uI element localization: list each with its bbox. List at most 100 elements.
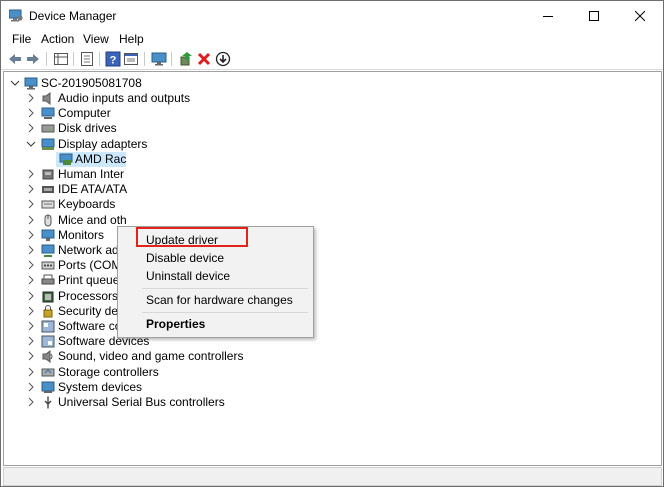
chevron-right-icon[interactable] xyxy=(26,245,36,255)
tree-category-item[interactable]: Human Inter xyxy=(4,167,404,182)
tree-root-label: SC-201905081708 xyxy=(41,76,142,90)
menu-help[interactable]: Help xyxy=(119,32,144,46)
toolbar-separator xyxy=(73,52,74,66)
menu-view[interactable]: View xyxy=(83,32,109,46)
menu-bar: File Action View Help xyxy=(1,31,663,49)
toolbar-separator xyxy=(46,52,47,66)
forward-arrow-icon[interactable] xyxy=(25,51,41,67)
chevron-right-icon[interactable] xyxy=(26,184,36,194)
human-interface-icon xyxy=(42,169,54,180)
monitor-icon[interactable] xyxy=(151,51,167,67)
chevron-right-icon[interactable] xyxy=(26,169,36,179)
menu-action[interactable]: Action xyxy=(41,32,74,46)
minimize-icon xyxy=(543,16,553,17)
chevron-right-icon[interactable] xyxy=(26,382,36,392)
highlight-box xyxy=(136,227,248,247)
menu-item-label: Uninstall device xyxy=(146,269,231,283)
ide-icon xyxy=(42,186,54,194)
maximize-icon xyxy=(589,11,599,21)
storage-icon xyxy=(41,368,55,377)
tree-category-item[interactable]: System devices xyxy=(4,380,404,395)
chevron-right-icon[interactable] xyxy=(26,215,36,225)
menu-item-label: Disable device xyxy=(146,251,225,265)
chevron-right-icon[interactable] xyxy=(26,306,36,316)
toolbar: ? xyxy=(1,49,663,70)
tree-item-label: Print queues xyxy=(58,273,126,288)
close-button[interactable] xyxy=(617,1,663,31)
menu-item-scan-hardware[interactable]: Scan for hardware changes xyxy=(146,293,293,307)
adapter-card-icon xyxy=(59,153,73,165)
download-circle-icon[interactable] xyxy=(215,51,231,67)
tree-category-item[interactable]: Disk drives xyxy=(4,121,404,136)
chevron-right-icon[interactable] xyxy=(26,367,36,377)
menu-file[interactable]: File xyxy=(12,32,31,46)
tree-child-item[interactable]: AMD Rac xyxy=(4,151,404,167)
chevron-right-icon[interactable] xyxy=(26,336,36,346)
tree-item-label: Network ada xyxy=(58,243,126,257)
menu-item-uninstall-device[interactable]: Uninstall device xyxy=(146,269,230,283)
update-driver-icon[interactable] xyxy=(178,51,194,67)
chevron-down-icon[interactable] xyxy=(10,78,20,88)
tree-item-label: Audio inputs and outputs xyxy=(58,91,191,105)
context-menu: Update driver Disable device Uninstall d… xyxy=(117,226,314,338)
tree-item-label: Human Inter xyxy=(58,167,125,181)
back-arrow-icon[interactable] xyxy=(7,51,23,67)
tree-category-item[interactable]: Storage controllers xyxy=(4,365,404,380)
tree-category-item[interactable]: Audio inputs and outputs xyxy=(4,91,404,106)
properties-grid-icon[interactable] xyxy=(53,51,69,67)
chevron-right-icon[interactable] xyxy=(26,351,36,361)
chevron-right-icon[interactable] xyxy=(26,260,36,270)
menu-item-label: Properties xyxy=(146,317,206,331)
tree-item-label: IDE ATA/ATA xyxy=(58,182,128,197)
chevron-right-icon[interactable] xyxy=(26,108,36,118)
chevron-right-icon[interactable] xyxy=(26,397,36,407)
menu-separator xyxy=(142,312,308,313)
chevron-right-icon[interactable] xyxy=(26,321,36,331)
chevron-right-icon[interactable] xyxy=(26,123,36,133)
uninstall-x-icon[interactable] xyxy=(196,51,212,67)
tree-root[interactable]: SC-201905081708 xyxy=(4,76,304,91)
tree-item-label: Processors xyxy=(58,288,119,303)
menu-item-properties[interactable]: Properties xyxy=(146,317,205,331)
security-icon xyxy=(43,304,53,318)
system-devices-icon xyxy=(41,381,55,393)
tree-category-item[interactable]: Universal Serial Bus controllers xyxy=(4,395,404,410)
chevron-down-icon[interactable] xyxy=(26,139,36,149)
software-devices-icon xyxy=(41,335,55,348)
menu-item-disable-device[interactable]: Disable device xyxy=(146,251,224,265)
keyboard-icon xyxy=(41,200,55,209)
tree-category-item[interactable]: Keyboards xyxy=(4,197,404,212)
toolbar-separator xyxy=(171,52,172,66)
tree-item-label: Sound, video and game controllers xyxy=(58,349,244,364)
processor-icon xyxy=(42,291,54,303)
computer-icon xyxy=(41,107,55,120)
tree-category-item[interactable]: Sound, video and game controllers xyxy=(4,349,404,364)
title-bar: Device Manager xyxy=(1,1,663,31)
chevron-right-icon[interactable] xyxy=(26,199,36,209)
printer-icon xyxy=(41,274,55,285)
tree-item-label: Computer xyxy=(58,106,111,121)
computer-root-icon xyxy=(24,77,38,90)
tree-item-label: Disk drives xyxy=(58,121,117,136)
maximize-button[interactable] xyxy=(571,1,617,31)
document-icon[interactable] xyxy=(79,51,95,67)
toolbar-separator xyxy=(99,52,100,66)
chevron-right-icon[interactable] xyxy=(26,275,36,285)
speaker-icon xyxy=(42,92,51,105)
menu-separator xyxy=(142,288,308,289)
tree-item-label: AMD Rac xyxy=(75,151,127,166)
help-icon[interactable]: ? xyxy=(105,51,121,67)
close-icon xyxy=(635,11,645,21)
chevron-right-icon[interactable] xyxy=(26,230,36,240)
tree-category-item[interactable]: Computer xyxy=(4,106,404,121)
window-icon[interactable] xyxy=(123,51,139,67)
tree-category-item[interactable]: IDE ATA/ATA xyxy=(4,182,404,197)
device-tree-view[interactable]: SC-201905081708 Audio inputs and outputs… xyxy=(3,71,662,466)
tree-category-item[interactable]: Display adapters xyxy=(4,137,404,152)
chevron-right-icon[interactable] xyxy=(26,291,36,301)
minimize-button[interactable] xyxy=(525,1,571,31)
chevron-right-icon[interactable] xyxy=(26,93,36,103)
software-components-icon xyxy=(41,320,55,333)
monitor-icon xyxy=(41,229,55,241)
menu-item-label: Scan for hardware changes xyxy=(146,293,293,307)
